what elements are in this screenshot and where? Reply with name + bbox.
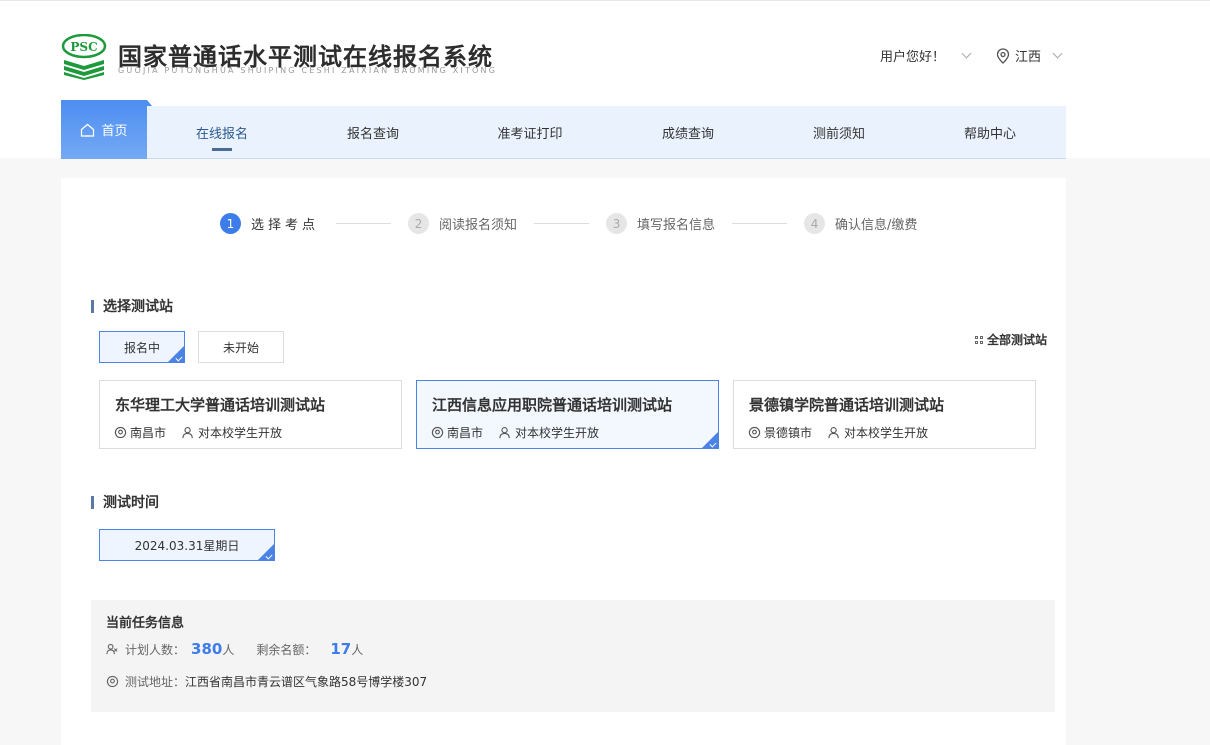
location-pin-icon <box>748 426 761 439</box>
select-station-heading: 选择测试站 <box>91 296 173 316</box>
station-card-selected[interactable]: 江西信息应用职院普通话培训测试站 南昌市 对本校学生开放 <box>416 380 719 449</box>
station-meta: 南昌市 对本校学生开放 <box>114 424 282 441</box>
nav-score-query[interactable]: 成绩查询 <box>638 123 738 142</box>
tab-signing-up[interactable]: 报名中 <box>99 331 185 363</box>
people-icon <box>106 643 118 654</box>
test-date-label: 2024.03.31星期日 <box>134 538 240 553</box>
station-card[interactable]: 景德镇学院普通话培训测试站 景德镇市 对本校学生开放 <box>733 380 1036 449</box>
tab-not-started[interactable]: 未开始 <box>198 331 284 363</box>
task-info-panel: 当前任务信息 计划人数： 380 人 剩余名额： 17 人 测试地址： 江西省南… <box>91 600 1055 712</box>
location-pin-icon <box>431 426 444 439</box>
top-header: PSC 国家普通话水平测试在线报名系统 GUOJIA PUTONGHUA SHU… <box>0 0 1210 159</box>
user-menu[interactable]: 用户您好！ <box>880 46 972 65</box>
test-date-option[interactable]: 2024.03.31星期日 <box>99 529 275 561</box>
step-2-number: 2 <box>408 213 430 234</box>
user-icon <box>499 427 510 439</box>
station-audience: 对本校学生开放 <box>515 426 600 440</box>
location-pin-icon <box>996 47 1010 64</box>
station-name: 江西信息应用职院普通话培训测试站 <box>432 396 673 414</box>
station-meta: 南昌市 对本校学生开放 <box>431 424 599 441</box>
user-icon <box>182 427 193 439</box>
all-stations-link[interactable]: 全部测试站 <box>975 331 1047 348</box>
psc-logo: PSC <box>61 34 107 80</box>
station-city: 南昌市 <box>447 426 484 440</box>
nav-online-signup[interactable]: 在线报名 <box>172 123 272 142</box>
station-name: 东华理工大学普通话培训测试站 <box>115 396 326 414</box>
test-time-title: 测试时间 <box>103 495 159 511</box>
progress-steps: 1 选择考点 2 阅读报名须知 3 填写报名信息 4 确认信息/缴费 <box>220 213 917 234</box>
nav-home-label: 首页 <box>101 124 128 139</box>
remain-count: 17 <box>330 640 352 658</box>
user-greeting: 用户您好！ <box>880 50 946 65</box>
tab-signing-up-label: 报名中 <box>123 340 160 355</box>
address-row: 测试地址： 江西省南昌市青云谱区气象路58号博学楼307 <box>106 673 427 690</box>
station-name: 景德镇学院普通话培训测试站 <box>749 396 945 414</box>
step-3-label: 填写报名信息 <box>637 218 716 233</box>
system-subtitle: GUOJIA PUTONGHUA SHUIPING CESHI ZAIXIAN … <box>118 66 498 75</box>
remain-unit: 人 <box>351 642 364 657</box>
grid-icon <box>975 335 983 344</box>
station-meta: 景德镇市 对本校学生开放 <box>748 424 928 441</box>
select-station-title: 选择测试站 <box>103 299 173 315</box>
plan-unit: 人 <box>222 642 235 657</box>
main-nav: 首页 在线报名 报名查询 准考证打印 成绩查询 测前须知 帮助中心 <box>61 100 1066 159</box>
nav-admission-print[interactable]: 准考证打印 <box>480 123 580 142</box>
location-selector[interactable]: 江西 <box>996 46 1063 65</box>
step-divider <box>732 223 788 224</box>
address-value: 江西省南昌市青云谱区气象路58号博学楼307 <box>185 675 428 689</box>
test-time-heading: 测试时间 <box>91 492 159 512</box>
station-audience: 对本校学生开放 <box>198 426 283 440</box>
task-info-title: 当前任务信息 <box>106 616 185 631</box>
station-city: 景德镇市 <box>764 426 813 440</box>
user-icon <box>828 427 839 439</box>
nav-active-indicator <box>212 148 232 151</box>
plan-count: 380 <box>191 640 223 658</box>
step-divider <box>534 223 590 224</box>
step-divider <box>336 223 392 224</box>
step-1-label: 选择考点 <box>251 218 320 233</box>
nav-pretest-notes[interactable]: 测前须知 <box>789 123 889 142</box>
station-card[interactable]: 东华理工大学普通话培训测试站 南昌市 对本校学生开放 <box>99 380 402 449</box>
nav-help-center[interactable]: 帮助中心 <box>940 123 1040 142</box>
remain-label: 剩余名额： <box>256 642 317 657</box>
step-4-label: 确认信息/缴费 <box>835 218 918 233</box>
address-label: 测试地址： <box>125 675 186 689</box>
station-audience: 对本校学生开放 <box>844 426 929 440</box>
nav-home[interactable]: 首页 <box>61 100 152 159</box>
section-bar <box>91 495 94 509</box>
step-3-number: 3 <box>606 213 628 234</box>
location-pin-icon <box>106 675 119 688</box>
location-pin-icon <box>114 426 127 439</box>
step-2-label: 阅读报名须知 <box>439 218 518 233</box>
chevron-down-icon <box>961 48 972 59</box>
location-label: 江西 <box>1015 50 1042 65</box>
home-icon <box>81 123 95 137</box>
nav-signup-query[interactable]: 报名查询 <box>323 123 423 142</box>
section-bar <box>91 299 94 313</box>
quota-row: 计划人数： 380 人 剩余名额： 17 人 <box>106 640 379 658</box>
plan-label: 计划人数： <box>125 642 186 657</box>
step-1-number: 1 <box>220 213 241 234</box>
chevron-down-icon <box>1052 48 1063 59</box>
tab-not-started-label: 未开始 <box>222 340 259 355</box>
svg-text:PSC: PSC <box>70 40 97 54</box>
station-city: 南昌市 <box>130 426 167 440</box>
step-4-number: 4 <box>804 213 826 234</box>
all-stations-label: 全部测试站 <box>987 333 1048 347</box>
